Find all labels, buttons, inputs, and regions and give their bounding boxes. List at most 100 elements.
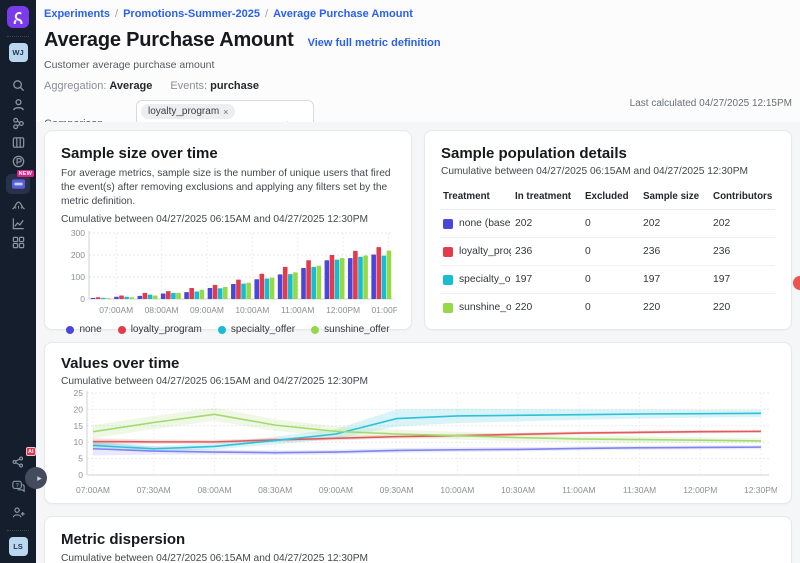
chip-loyalty-program[interactable]: loyalty_program× xyxy=(141,104,235,119)
sidebar-divider xyxy=(7,36,29,37)
svg-text:01:00PM: 01:00PM xyxy=(371,305,397,315)
line-chart-icon[interactable] xyxy=(6,214,30,233)
svg-text:300: 300 xyxy=(71,228,85,238)
workspace-avatar[interactable]: WJ xyxy=(9,43,28,62)
user-avatar[interactable]: LS xyxy=(9,537,28,556)
svg-text:?: ? xyxy=(15,483,18,489)
aggregation-label: Aggregation: xyxy=(44,80,106,92)
events-value: purchase xyxy=(210,80,259,92)
svg-text:20: 20 xyxy=(74,404,84,414)
values-range: Cumulative between 04/27/2025 06:15AM an… xyxy=(61,376,775,387)
last-calculated-text: Last calculated 04/27/2025 12:15PM xyxy=(630,98,792,109)
statsig-logo-icon[interactable] xyxy=(7,6,29,28)
ai-badge: AI xyxy=(26,447,37,456)
svg-text:08:00AM: 08:00AM xyxy=(197,485,231,495)
svg-text:12:00PM: 12:00PM xyxy=(683,485,717,495)
svg-text:0: 0 xyxy=(80,294,85,304)
sample-size-description: For average metrics, sample size is the … xyxy=(61,167,395,208)
cards-area: Sample size over time For average metric… xyxy=(36,122,800,563)
invite-user-icon[interactable] xyxy=(6,503,30,522)
pulse-icon[interactable] xyxy=(6,152,30,171)
dashboard-grid-icon[interactable] xyxy=(6,233,30,252)
svg-text:0: 0 xyxy=(78,470,83,480)
population-details-card: Sample population details Cumulative bet… xyxy=(424,130,792,330)
col-sample-size: Sample size xyxy=(641,187,711,210)
experiments-icon[interactable] xyxy=(6,114,30,133)
legend-dot xyxy=(311,326,319,334)
svg-text:12:00PM: 12:00PM xyxy=(326,305,360,315)
metrics-console-active-item[interactable]: NEW xyxy=(6,174,30,193)
search-icon[interactable] xyxy=(6,76,30,95)
svg-text:09:00AM: 09:00AM xyxy=(190,305,224,315)
legend-dot xyxy=(118,326,126,334)
legend-item[interactable]: none xyxy=(66,324,101,335)
svg-text:09:30AM: 09:30AM xyxy=(380,485,414,495)
svg-text:07:00AM: 07:00AM xyxy=(76,485,110,495)
treatment-color-swatch xyxy=(443,275,453,285)
ai-assistant-icon[interactable]: AI xyxy=(6,452,30,471)
users-icon[interactable] xyxy=(6,95,30,114)
table-row: loyalty_program 236 0 236 236 xyxy=(441,238,775,266)
metric-dispersion-card: Metric dispersion Cumulative between 04/… xyxy=(44,516,792,563)
svg-text:10:30AM: 10:30AM xyxy=(501,485,535,495)
svg-text:08:00AM: 08:00AM xyxy=(145,305,179,315)
view-metric-definition-link[interactable]: View full metric definition xyxy=(308,37,441,49)
aggregation-row: Aggregation:Average Events:purchase xyxy=(44,80,792,92)
legend-item[interactable]: loyalty_program xyxy=(118,324,202,335)
svg-text:09:00AM: 09:00AM xyxy=(319,485,353,495)
values-over-time-card: Values over time Cumulative between 04/2… xyxy=(44,342,792,504)
main-content: Experiments / Promotions-Summer-2025 / A… xyxy=(36,0,800,563)
svg-text:11:00AM: 11:00AM xyxy=(562,485,595,495)
support-launcher-button[interactable] xyxy=(793,276,800,290)
chip-remove-icon[interactable]: × xyxy=(223,107,228,117)
page-title: Average Purchase Amount xyxy=(44,29,294,52)
sample-size-title: Sample size over time xyxy=(61,145,395,162)
population-table: Treatment In treatment Excluded Sample s… xyxy=(441,187,775,321)
col-treatment: Treatment xyxy=(441,187,513,210)
svg-text:10:00AM: 10:00AM xyxy=(235,305,269,315)
dispersion-title: Metric dispersion xyxy=(61,531,775,548)
table-row: none (baseline) 202 0 202 202 xyxy=(441,210,775,238)
treatment-color-swatch xyxy=(443,303,453,313)
svg-text:25: 25 xyxy=(74,388,84,398)
svg-text:5: 5 xyxy=(78,454,83,464)
sample-size-bar-chart: 010020030007:00AM08:00AM09:00AM10:00AM11… xyxy=(61,225,397,317)
svg-text:100: 100 xyxy=(71,272,85,282)
treatment-color-swatch xyxy=(443,247,453,257)
col-contributors: Contributors xyxy=(711,187,775,210)
metric-subtitle: Customer average purchase amount xyxy=(44,59,792,71)
values-line-chart: 0 5 10 15 20 25 07:00AM 07:30AM 08:00AM 08:30AM 09… xyxy=(61,387,777,499)
legend-dot xyxy=(66,326,74,334)
svg-text:10:00AM: 10:00AM xyxy=(440,485,474,495)
svg-text:200: 200 xyxy=(71,250,85,260)
values-title: Values over time xyxy=(61,355,775,372)
legend-dot xyxy=(218,326,226,334)
aggregation-value: Average xyxy=(109,80,152,92)
svg-text:07:00AM: 07:00AM xyxy=(99,305,133,315)
svg-text:11:30AM: 11:30AM xyxy=(623,485,656,495)
feature-gates-icon[interactable] xyxy=(6,133,30,152)
distribution-icon[interactable] xyxy=(6,195,30,214)
svg-text:10: 10 xyxy=(74,437,84,447)
sample-size-card: Sample size over time For average metric… xyxy=(44,130,412,330)
events-label: Events: xyxy=(170,80,207,92)
svg-text:15: 15 xyxy=(74,421,84,431)
dispersion-range: Cumulative between 04/27/2025 06:15AM an… xyxy=(61,553,775,563)
breadcrumb-experiment-name[interactable]: Promotions-Summer-2025 xyxy=(123,8,260,20)
svg-text:07:30AM: 07:30AM xyxy=(137,485,171,495)
svg-text:12:30PM: 12:30PM xyxy=(744,485,777,495)
col-in-treatment: In treatment xyxy=(513,187,583,210)
sidebar-divider-bottom xyxy=(7,530,29,531)
population-title: Sample population details xyxy=(441,145,775,162)
breadcrumb-metric-name[interactable]: Average Purchase Amount xyxy=(273,8,413,20)
sidebar-flyout-handle[interactable]: ▸ xyxy=(25,467,47,489)
breadcrumb-experiments[interactable]: Experiments xyxy=(44,8,110,20)
table-row: specialty_offer 197 0 197 197 xyxy=(441,266,775,294)
new-badge: NEW xyxy=(17,170,34,177)
table-row: sunshine_offer 220 0 220 220 xyxy=(441,294,775,322)
legend-item[interactable]: specialty_offer xyxy=(218,324,295,335)
legend-item[interactable]: sunshine_offer xyxy=(311,324,389,335)
svg-text:08:30AM: 08:30AM xyxy=(258,485,292,495)
population-range: Cumulative between 04/27/2025 06:15AM an… xyxy=(441,166,775,177)
treatment-color-swatch xyxy=(443,219,453,229)
